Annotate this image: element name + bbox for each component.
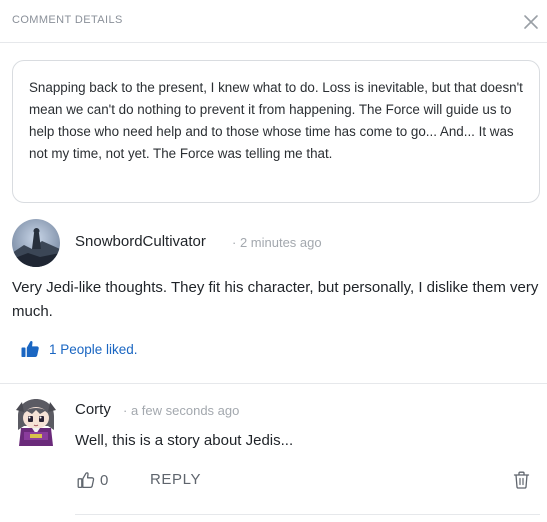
- close-icon[interactable]: [522, 13, 540, 31]
- reply-body: Well, this is a story about Jedis...: [75, 432, 294, 449]
- trash-icon[interactable]: [513, 471, 530, 489]
- avatar[interactable]: [12, 219, 60, 267]
- upvote-button[interactable]: 0: [77, 471, 108, 489]
- thumbs-up-outline-icon: [77, 472, 95, 489]
- comment-body: Very Jedi-like thoughts. They fit his ch…: [12, 279, 539, 320]
- likes-count-label: 1 People liked.: [49, 341, 138, 357]
- comment-timestamp: · 2 minutes ago: [232, 235, 322, 250]
- comment-username[interactable]: SnowbordCultivator: [75, 233, 206, 250]
- divider: [75, 514, 540, 515]
- panel-header: COMMENT DETAILS: [0, 0, 547, 43]
- thumbs-up-filled-icon: [21, 341, 39, 357]
- avatar-image: [12, 219, 60, 267]
- reply-button[interactable]: REPLY: [150, 471, 201, 488]
- panel-title: COMMENT DETAILS: [12, 14, 123, 26]
- reply-username[interactable]: Corty: [75, 401, 111, 418]
- avatar[interactable]: [12, 396, 60, 448]
- avatar-image: [16, 399, 56, 446]
- upvote-count: 0: [100, 471, 109, 489]
- divider: [0, 383, 547, 384]
- likes-button[interactable]: 1 People liked.: [20, 339, 138, 359]
- reply-timestamp: · a few seconds ago: [123, 403, 240, 418]
- quoted-text: Snapping back to the present, I knew wha…: [29, 80, 523, 161]
- quoted-text-box: Snapping back to the present, I knew wha…: [12, 60, 540, 203]
